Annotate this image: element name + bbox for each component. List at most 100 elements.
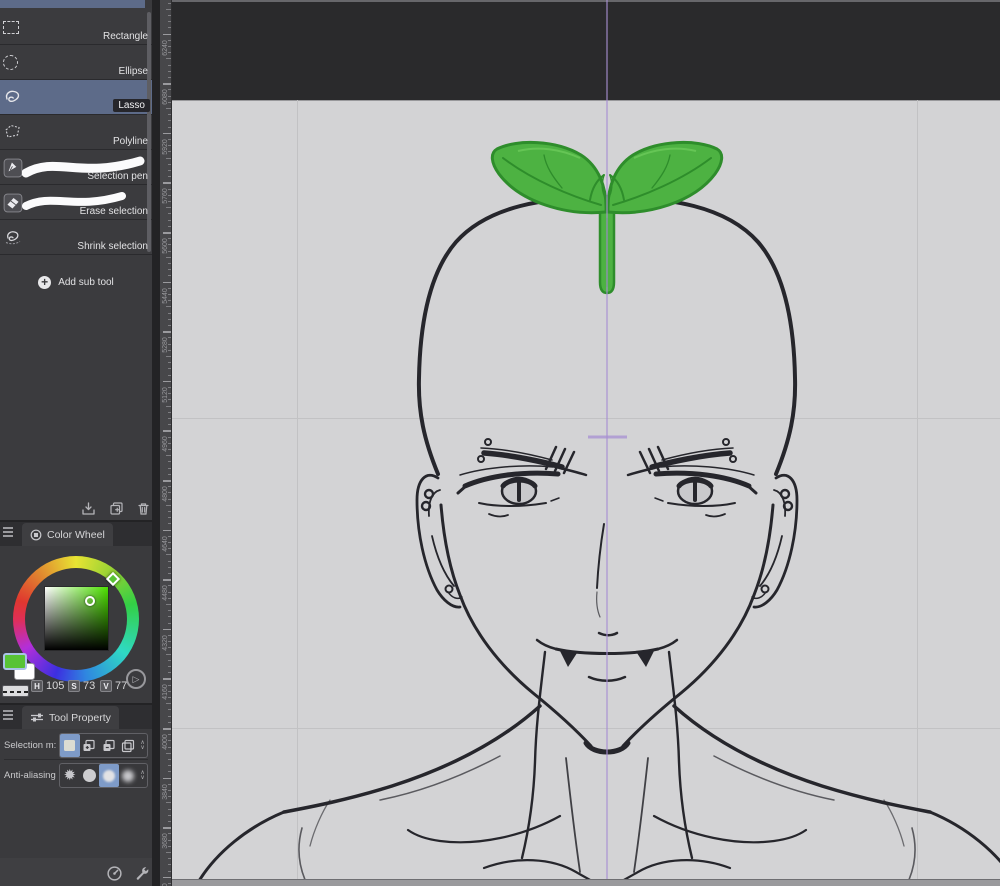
ruler-minor-tick — [166, 256, 171, 258]
subtool-item-partial-end — [145, 0, 152, 8]
ruler-minor-tick — [166, 653, 171, 655]
ruler-minor-tick — [168, 188, 171, 190]
spinner-down-icon: ∨ — [140, 744, 145, 751]
subtool-item-label: Shrink selection — [77, 241, 148, 252]
ruler-minor-tick — [166, 8, 171, 10]
subtool-item-lasso[interactable]: Lasso — [0, 80, 152, 115]
import-sub-tool-icon[interactable] — [81, 501, 96, 516]
ruler-minor-tick — [168, 746, 171, 748]
ruler-minor-tick — [168, 411, 171, 413]
color-wheel-tab-icon — [30, 529, 42, 540]
ruler-minor-tick — [168, 101, 171, 103]
ruler-minor-tick — [168, 201, 171, 202]
subtool-item-label: Rectangle — [102, 31, 148, 42]
aa-strong-button[interactable] — [119, 764, 139, 787]
subtool-item-label: Lasso — [113, 99, 150, 112]
ruler-minor-tick — [168, 275, 171, 277]
ruler-minor-tick — [168, 771, 171, 773]
ruler-minor-tick — [168, 585, 171, 587]
tool-property-panel: Tool Property Selection m: ∧ ∨ Anti-alia… — [0, 703, 152, 886]
delete-sub-tool-icon[interactable] — [136, 501, 151, 516]
add-selection-button[interactable] — [80, 734, 100, 757]
panel-menu-icon[interactable] — [3, 710, 13, 720]
ruler-minor-tick — [166, 802, 171, 804]
subtool-item-selection-pen[interactable]: Selection pen — [0, 150, 152, 185]
ruler-minor-tick — [168, 492, 171, 494]
ruler-minor-tick — [168, 535, 171, 537]
saturation-chip[interactable]: S — [68, 680, 80, 692]
ruler-minor-tick — [166, 405, 171, 407]
ruler-minor-tick — [168, 548, 171, 550]
ruler-minor-tick — [168, 715, 171, 717]
row-divider — [4, 759, 148, 760]
duplicate-sub-tool-icon[interactable] — [109, 501, 124, 516]
panel-menu-icon[interactable] — [3, 527, 13, 537]
ruler-minor-tick — [168, 77, 171, 78]
subtool-item-partial[interactable] — [0, 0, 145, 8]
subtool-item-shrink-selection[interactable]: Shrink selection — [0, 220, 152, 255]
ruler-minor-tick — [168, 473, 171, 475]
add-sub-tool-button[interactable]: + Add sub tool — [0, 270, 152, 294]
selection-mode-label: Selection m: — [4, 740, 57, 751]
saturation-value-square[interactable] — [44, 586, 109, 651]
ruler-minor-tick — [168, 498, 171, 500]
wrench-icon[interactable] — [134, 865, 151, 882]
primary-color-swatch[interactable] — [3, 653, 27, 670]
tool-property-footer — [0, 858, 152, 886]
ruler-minor-tick — [168, 814, 171, 816]
value-chip[interactable]: V — [100, 680, 112, 692]
ruler-minor-tick — [168, 635, 171, 636]
color-slider-mode-button[interactable]: ▷ — [126, 669, 146, 689]
ruler-minor-tick — [168, 697, 171, 698]
transparent-color-swatch[interactable] — [2, 685, 29, 697]
subtool-item-erase-selection[interactable]: Erase selection — [0, 185, 152, 220]
ruler-minor-tick — [168, 647, 171, 649]
shrink-selection-icon — [3, 228, 23, 248]
brush-size-dynamics-icon[interactable] — [106, 865, 123, 882]
subtool-item-ellipse[interactable]: Ellipse — [0, 45, 152, 80]
ruler-minor-tick — [168, 610, 171, 612]
subtool-panel: Rectangle Ellipse Lasso Polyline Selecti… — [0, 0, 152, 520]
ruler-minor-tick — [168, 684, 171, 686]
ruler-minor-tick — [168, 126, 171, 128]
color-wheel-header: Color Wheel — [0, 522, 152, 546]
ruler-minor-tick — [168, 225, 171, 227]
aa-none-button[interactable]: ✹ — [60, 764, 80, 787]
overlap-selection-button[interactable] — [119, 734, 139, 757]
selection-mode-spinner[interactable]: ∧ ∨ — [138, 740, 147, 751]
ruler-minor-tick — [168, 449, 171, 450]
ruler-minor-tick — [166, 504, 171, 506]
ruler-minor-tick — [168, 349, 171, 351]
tab-tool-property[interactable]: Tool Property — [22, 706, 119, 729]
subtool-item-label: Erase selection — [79, 206, 148, 217]
ruler-minor-tick — [168, 64, 171, 66]
anti-aliasing-spinner[interactable]: ∧ ∨ — [138, 770, 147, 781]
ruler-minor-tick — [168, 418, 171, 419]
tab-color-wheel[interactable]: Color Wheel — [22, 523, 113, 546]
ruler-minor-tick — [168, 442, 171, 444]
subtool-item-polyline[interactable]: Polyline — [0, 115, 152, 150]
ruler-minor-tick — [168, 238, 171, 240]
subtool-footer — [0, 498, 152, 520]
right-fang — [637, 651, 654, 667]
ruler-minor-tick — [168, 15, 171, 16]
ruler-minor-tick — [168, 436, 171, 438]
sv-cursor[interactable] — [85, 596, 95, 606]
hue-chip[interactable]: H — [31, 680, 43, 692]
canvas-horizontal-scrollbar[interactable] — [172, 879, 1000, 886]
selection-mode-row: Selection m: ∧ ∨ — [0, 732, 152, 760]
ruler-minor-tick — [168, 114, 171, 116]
ruler-minor-tick — [166, 752, 171, 754]
canvas-ruler[interactable]: 6240 6080 5920 5760 5600 5440 5280 5120 4960 4800… — [160, 0, 172, 886]
ruler-minor-tick — [168, 672, 171, 674]
subtract-selection-button[interactable] — [99, 734, 119, 757]
aa-weak-button[interactable] — [80, 764, 100, 787]
new-selection-button[interactable] — [60, 734, 80, 757]
ruler-minor-tick — [168, 740, 171, 742]
ruler-minor-tick — [168, 883, 171, 884]
subtool-item-rectangle[interactable]: Rectangle — [0, 10, 152, 45]
aa-medium-button[interactable] — [99, 764, 119, 787]
ruler-minor-tick — [168, 263, 171, 264]
canvas[interactable] — [172, 0, 1000, 886]
lasso-icon — [3, 88, 23, 108]
